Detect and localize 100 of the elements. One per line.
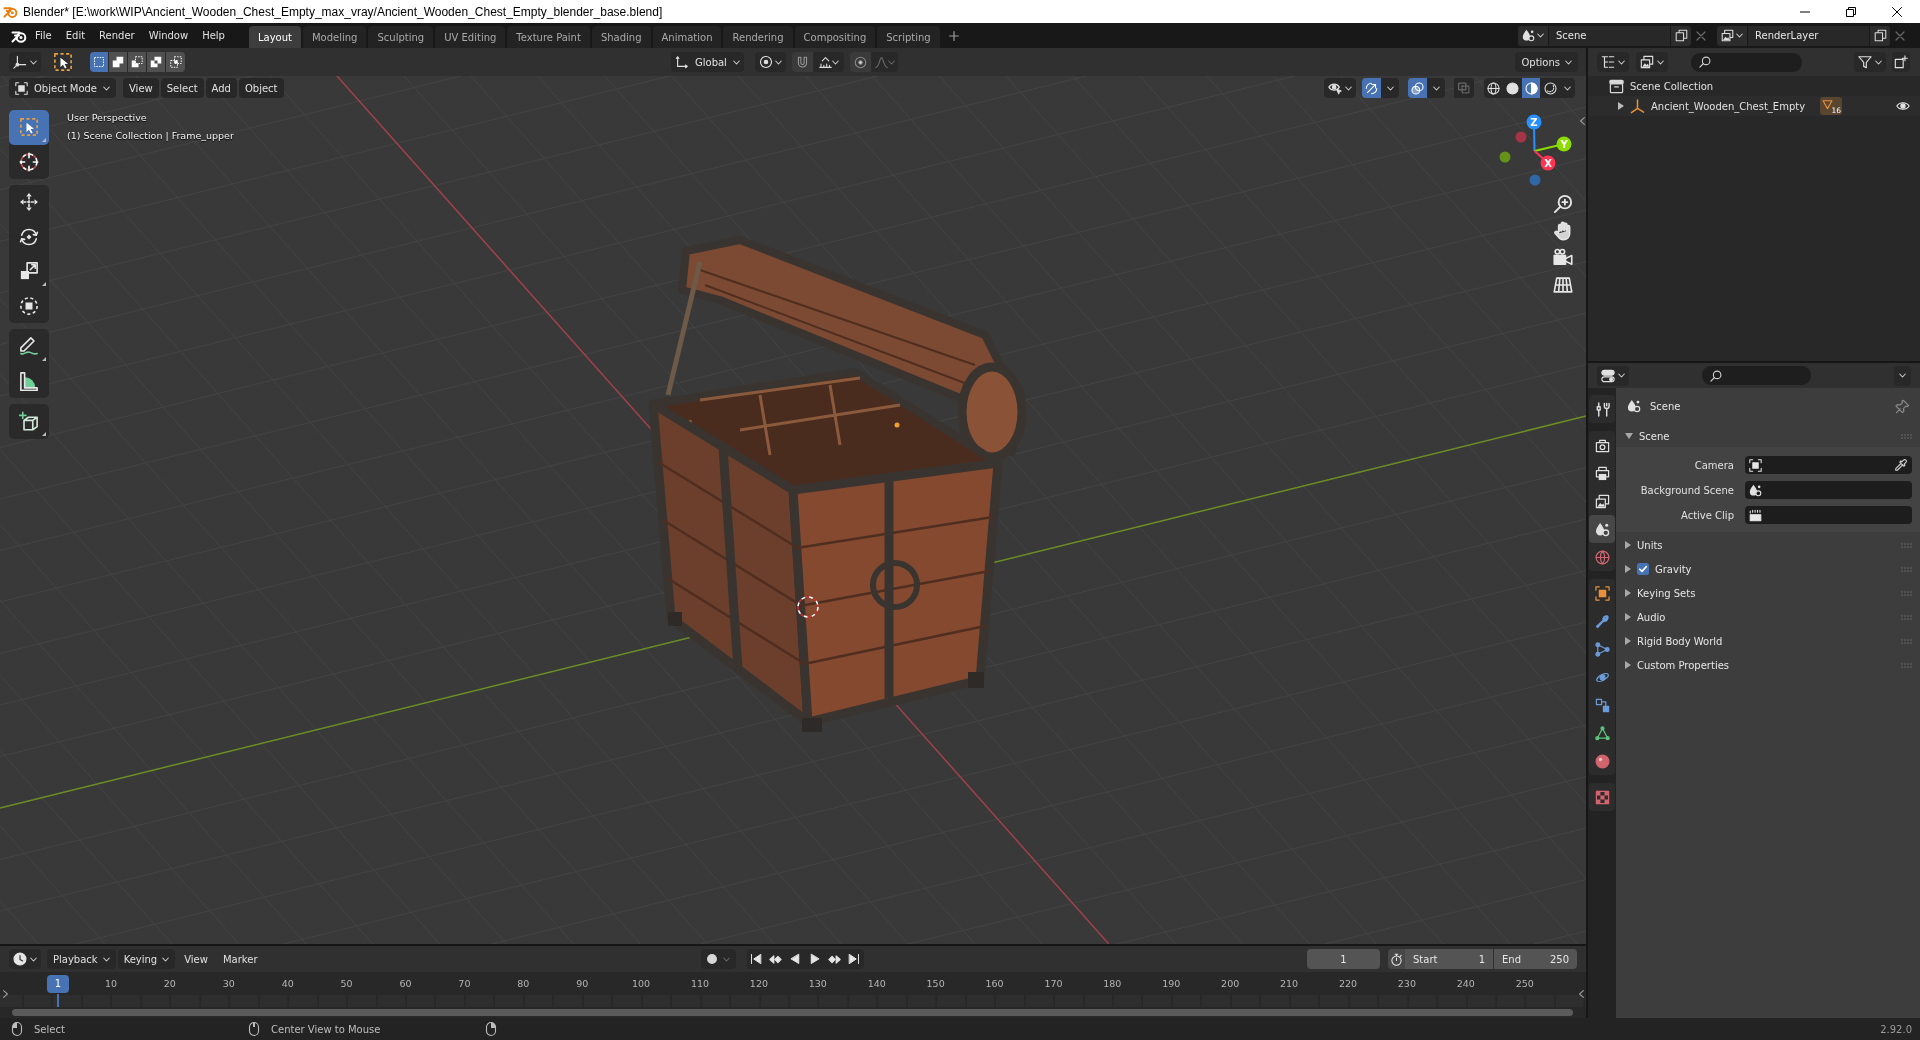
display-mode-button[interactable] bbox=[1597, 52, 1629, 72]
menu-item[interactable]: View bbox=[178, 949, 214, 969]
workspace-tab[interactable]: Modeling bbox=[302, 26, 367, 48]
clip-field[interactable] bbox=[1745, 506, 1912, 524]
pivot-dropdown[interactable] bbox=[754, 52, 786, 72]
menu-item[interactable]: Add bbox=[205, 78, 237, 98]
view-layer-name-field[interactable]: RenderLayer bbox=[1748, 25, 1869, 46]
options-dropdown[interactable]: Options bbox=[1515, 52, 1578, 72]
visibility-dropdown[interactable] bbox=[1324, 78, 1356, 98]
scrollbar[interactable] bbox=[12, 1009, 1573, 1016]
dropdown-button[interactable] bbox=[1560, 78, 1575, 98]
play-icon[interactable] bbox=[808, 953, 821, 965]
options-dropdown[interactable] bbox=[1894, 365, 1911, 386]
new-collection-button[interactable] bbox=[1892, 52, 1910, 72]
preview-range-button[interactable] bbox=[1388, 949, 1405, 969]
copy-button[interactable] bbox=[1870, 25, 1890, 46]
mode-dropdown[interactable]: Object Mode bbox=[9, 78, 116, 98]
workspace-tab[interactable]: Texture Paint bbox=[507, 26, 590, 48]
triangle-right-icon[interactable] bbox=[1618, 102, 1624, 110]
search-field[interactable] bbox=[1702, 366, 1811, 385]
search-field[interactable] bbox=[1691, 52, 1802, 72]
zoom-in-icon[interactable] bbox=[1553, 194, 1573, 214]
select-box-icon[interactable] bbox=[53, 52, 73, 72]
workspace-tab[interactable]: Layout bbox=[248, 26, 301, 48]
view-layer-selector-button[interactable] bbox=[1717, 25, 1747, 46]
prev-keyframe-icon[interactable] bbox=[769, 952, 783, 966]
dropdown-button[interactable] bbox=[1382, 78, 1399, 98]
camera-icon[interactable] bbox=[1553, 248, 1573, 268]
selection-mode-button[interactable] bbox=[147, 52, 166, 72]
shading-mode-button[interactable] bbox=[1484, 78, 1503, 98]
proportional-editing-toggle[interactable] bbox=[849, 52, 872, 72]
tree-item[interactable]: Ancient_Wooden_Chest_Empty bbox=[1651, 100, 1806, 112]
selection-mode-button[interactable] bbox=[128, 52, 147, 72]
grid-icon[interactable] bbox=[1553, 275, 1573, 295]
selection-mode-button[interactable] bbox=[166, 52, 185, 72]
dropdown-menu[interactable]: Keying bbox=[117, 949, 176, 969]
selection-mode-button[interactable] bbox=[90, 52, 109, 72]
editor-type-button[interactable] bbox=[1597, 365, 1629, 386]
menu-item[interactable]: Object bbox=[238, 78, 284, 98]
close-icon[interactable] bbox=[1892, 6, 1902, 17]
start-frame-field[interactable]: Start 1 bbox=[1405, 949, 1493, 969]
copy-button[interactable] bbox=[1671, 25, 1691, 46]
shading-mode-button[interactable] bbox=[1541, 78, 1560, 98]
editor-type-button[interactable] bbox=[9, 52, 41, 72]
workspace-tab[interactable]: Compositing bbox=[794, 26, 876, 48]
chevron-right-icon[interactable] bbox=[3, 990, 8, 998]
plus-icon[interactable] bbox=[948, 30, 959, 41]
menu-item[interactable]: Help bbox=[195, 25, 232, 46]
playhead-frame[interactable]: 1 bbox=[47, 974, 69, 993]
workspace-tab[interactable]: Animation bbox=[652, 26, 722, 48]
current-frame-field[interactable]: 1 bbox=[1307, 949, 1380, 969]
editor-type-button[interactable] bbox=[9, 949, 41, 969]
workspace-tab[interactable]: Sculpting bbox=[368, 26, 434, 48]
chevron-left-icon[interactable] bbox=[1580, 117, 1585, 125]
shading-mode-button[interactable] bbox=[1522, 78, 1541, 98]
snap-toggle[interactable] bbox=[791, 52, 814, 72]
pin-icon[interactable] bbox=[1895, 398, 1910, 414]
menu-item[interactable]: Select bbox=[160, 78, 204, 98]
negative-axis-button[interactable] bbox=[1499, 151, 1511, 163]
scene-field[interactable] bbox=[1745, 481, 1912, 499]
workspace-tab[interactable]: Scripting bbox=[877, 26, 940, 48]
skip-end-icon[interactable] bbox=[847, 953, 860, 965]
hand-icon[interactable] bbox=[1553, 221, 1573, 241]
next-keyframe-icon[interactable] bbox=[827, 952, 841, 966]
minimize-icon[interactable] bbox=[1800, 10, 1810, 13]
gizmos-toggle[interactable] bbox=[1362, 78, 1382, 98]
menu-item[interactable]: Edit bbox=[58, 25, 93, 46]
tool-button[interactable] bbox=[9, 404, 49, 439]
selection-mode-button[interactable] bbox=[109, 52, 128, 72]
workspace-tab[interactable]: UV Editing bbox=[435, 26, 506, 48]
filter-button[interactable] bbox=[1854, 52, 1886, 72]
eye-icon[interactable] bbox=[1896, 99, 1910, 113]
scene-name-field[interactable]: Scene bbox=[1549, 25, 1670, 46]
menu-item[interactable]: File bbox=[28, 25, 59, 46]
menu-item[interactable]: View bbox=[123, 78, 159, 98]
end-frame-field[interactable]: End 250 bbox=[1494, 949, 1577, 969]
menu-item[interactable]: Window bbox=[141, 25, 196, 46]
scene-selector-button[interactable] bbox=[1518, 25, 1548, 46]
skip-start-icon[interactable] bbox=[750, 953, 763, 965]
record-button[interactable] bbox=[700, 949, 736, 969]
orientation-dropdown[interactable]: Global bbox=[671, 52, 744, 72]
menu-item[interactable]: Marker bbox=[216, 949, 264, 969]
xray-toggle[interactable] bbox=[1454, 78, 1474, 98]
properties-tab[interactable] bbox=[1589, 515, 1615, 543]
checkbox[interactable] bbox=[1637, 563, 1649, 575]
eyedropper-icon[interactable] bbox=[1894, 458, 1908, 472]
camera-field[interactable] bbox=[1745, 456, 1912, 474]
snap-target-dropdown[interactable] bbox=[813, 52, 844, 72]
shading-mode-button[interactable] bbox=[1503, 78, 1522, 98]
properties-tab[interactable] bbox=[1589, 395, 1615, 423]
chevron-left-icon[interactable] bbox=[1579, 990, 1584, 998]
play-reverse-icon[interactable] bbox=[789, 953, 802, 965]
view-layer-button[interactable] bbox=[1636, 52, 1668, 72]
overlays-toggle[interactable] bbox=[1408, 78, 1428, 98]
workspace-tab[interactable]: Shading bbox=[591, 26, 651, 48]
dropdown-button[interactable] bbox=[1428, 78, 1445, 98]
restore-icon[interactable] bbox=[1846, 6, 1856, 17]
menu-item[interactable]: Render bbox=[92, 25, 142, 46]
workspace-tab[interactable]: Rendering bbox=[723, 26, 793, 48]
tree-item[interactable]: Scene Collection bbox=[1630, 80, 1714, 92]
